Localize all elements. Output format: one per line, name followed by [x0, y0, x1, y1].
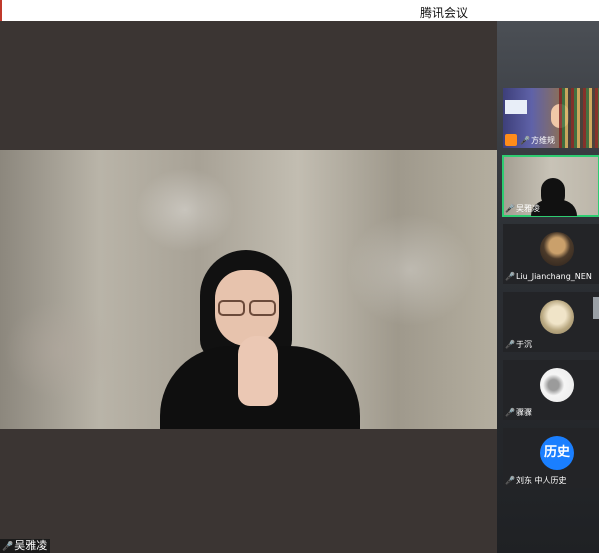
scrollbar[interactable] — [593, 297, 599, 319]
main-stage — [0, 21, 497, 553]
avatar — [540, 300, 574, 334]
microphone-icon: 🎤 — [2, 542, 14, 552]
participant-label: 🎤骤骤 — [505, 408, 532, 417]
participant-tile[interactable]: 🎤方维规 — [503, 88, 599, 148]
muted-mic-icon: 🎤 — [505, 476, 515, 485]
participant-label: 🎤刘东 中人历史 — [505, 476, 567, 485]
screen-share-icon — [505, 100, 527, 114]
participant-tile[interactable]: 🎤骤骤 — [503, 360, 599, 420]
avatar: 历史 — [540, 436, 574, 470]
participant-label: 🎤方维规 — [520, 136, 555, 145]
participant-label: 🎤吴雅凌 — [505, 204, 540, 213]
participant-tile-active[interactable]: 🎤吴雅凌 — [502, 155, 599, 217]
host-badge-icon — [505, 134, 517, 146]
muted-mic-icon: 🎤 — [505, 272, 515, 281]
participant-label: 🎤Liu_Jianchang_NEN — [505, 272, 592, 281]
participant-tile[interactable]: 🎤于沉 — [503, 292, 599, 352]
participant-label: 🎤于沉 — [505, 340, 532, 349]
participant-tile[interactable]: 🎤Liu_Jianchang_NEN — [503, 224, 599, 284]
main-speaker-video[interactable] — [0, 150, 497, 429]
avatar — [540, 368, 574, 402]
muted-mic-icon: 🎤 — [505, 340, 515, 349]
window-title: 腾讯会议 — [420, 6, 469, 20]
speaker-name: 吴雅凌 — [14, 539, 48, 552]
speaker-figure — [160, 250, 360, 429]
microphone-icon: 🎤 — [520, 136, 530, 145]
microphone-icon: 🎤 — [505, 204, 515, 213]
title-bar: 腾讯会议 — [0, 0, 599, 44]
participant-tile[interactable]: 历史 🎤刘东 中人历史 — [503, 428, 599, 488]
muted-mic-icon: 🎤 — [505, 408, 515, 417]
avatar — [540, 232, 574, 266]
speaker-name-tag: 🎤吴雅凌 — [0, 539, 51, 553]
